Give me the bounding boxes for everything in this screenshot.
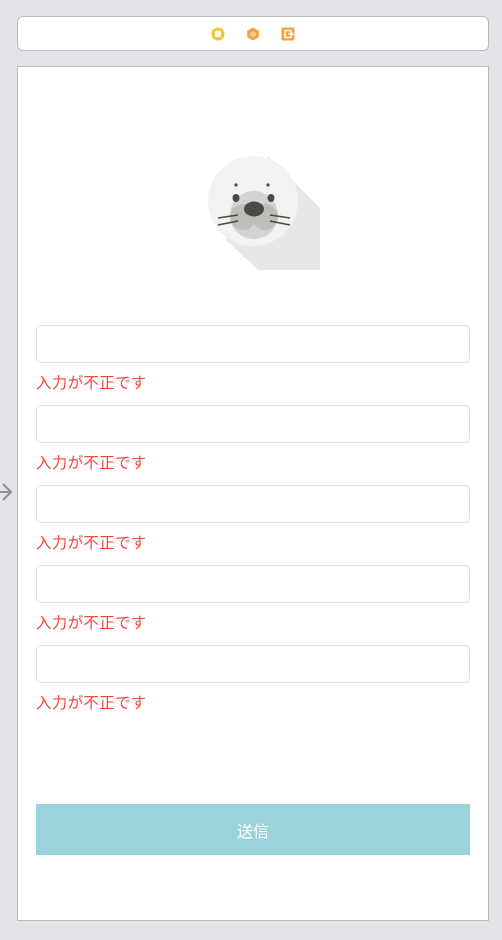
input-form: 入力が不正です 入力が不正です 入力が不正です 入力が不正です 入力が不正です xyxy=(36,325,470,725)
submit-button[interactable]: 送信 xyxy=(36,804,470,855)
error-label-3: 入力が不正です xyxy=(36,534,147,552)
field-group-2: 入力が不正です xyxy=(36,405,470,485)
scene-dock xyxy=(17,16,489,51)
text-field-5[interactable] xyxy=(36,645,470,683)
text-field-2[interactable] xyxy=(36,405,470,443)
error-label-1: 入力が不正です xyxy=(36,374,147,392)
exit-icon[interactable] xyxy=(281,27,295,41)
entry-arrow-icon xyxy=(0,483,13,501)
text-field-1[interactable] xyxy=(36,325,470,363)
view-controller-screen: 入力が不正です 入力が不正です 入力が不正です 入力が不正です 入力が不正です … xyxy=(17,66,489,921)
error-label-4: 入力が不正です xyxy=(36,614,147,632)
error-label-2: 入力が不正です xyxy=(36,454,147,472)
field-group-5: 入力が不正です xyxy=(36,645,470,725)
error-label-5: 入力が不正です xyxy=(36,694,147,712)
view-controller-icon[interactable] xyxy=(211,27,225,41)
field-group-4: 入力が不正です xyxy=(36,565,470,645)
field-group-3: 入力が不正です xyxy=(36,485,470,565)
seal-icon xyxy=(208,156,320,270)
first-responder-icon[interactable] xyxy=(246,27,260,41)
text-field-4[interactable] xyxy=(36,565,470,603)
text-field-3[interactable] xyxy=(36,485,470,523)
field-group-1: 入力が不正です xyxy=(36,325,470,405)
storyboard-canvas: 入力が不正です 入力が不正です 入力が不正です 入力が不正です 入力が不正です … xyxy=(0,0,502,940)
